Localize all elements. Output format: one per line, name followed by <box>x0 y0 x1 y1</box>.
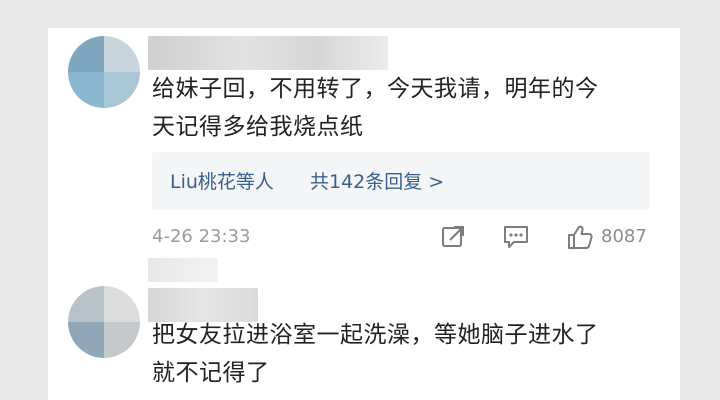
comment-text-line: 就不记得了 <box>152 360 270 386</box>
comment-list: 给妹子回，不用转了，今天我请，明年的今 天记得多给我烧点纸 Liu桃花等人 共1… <box>48 28 680 400</box>
avatar[interactable] <box>68 36 140 108</box>
comment-timestamp: 4-26 23:33 <box>152 226 251 247</box>
comment-text-line: 给妹子回，不用转了，今天我请，明年的今 <box>152 76 599 102</box>
like-count: 8087 <box>601 226 647 247</box>
comment-text-line: 把女友拉进浴室一起洗澡，等她脑子进水了 <box>152 322 599 348</box>
replies-preview[interactable]: Liu桃花等人 共142条回复 > <box>152 152 650 210</box>
username-blurred[interactable] <box>148 258 218 282</box>
share-icon[interactable] <box>440 224 466 250</box>
thumbs-up-icon[interactable] <box>566 224 594 250</box>
comment-text: 给妹子回，不用转了，今天我请，明年的今 天记得多给我烧点纸 <box>152 70 599 146</box>
comment-icon[interactable] <box>502 224 530 250</box>
comment-text-line: 天记得多给我烧点纸 <box>152 114 364 140</box>
avatar[interactable] <box>68 286 140 358</box>
replies-count-link[interactable]: 共142条回复 > <box>310 167 444 194</box>
username-blurred[interactable] <box>148 36 388 70</box>
replies-users[interactable]: Liu桃花等人 <box>170 167 274 194</box>
comment-text: 把女友拉进浴室一起洗澡，等她脑子进水了 就不记得了 <box>152 316 599 392</box>
